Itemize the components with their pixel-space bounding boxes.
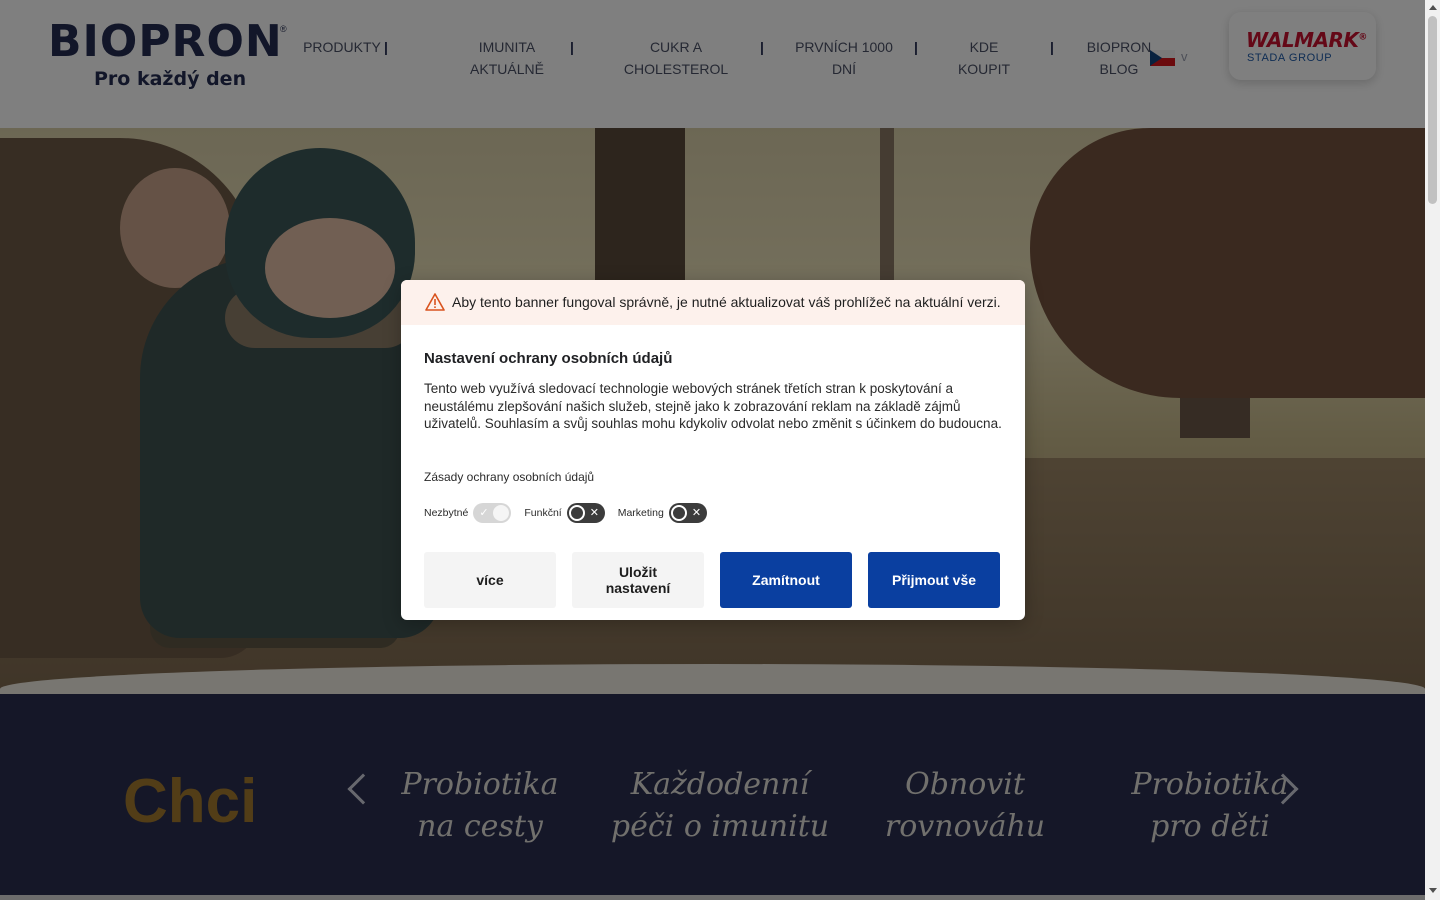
toggle-label-marketing: Marketing: [617, 507, 664, 519]
save-settings-button[interactable]: Uložit nastavení: [572, 552, 704, 608]
cookie-consent-dialog: Aby tento banner fungoval správně, je nu…: [401, 280, 1025, 620]
toggle-necessary: ✓: [473, 503, 512, 523]
reject-button[interactable]: Zamítnout: [720, 552, 852, 608]
close-icon: ✕: [691, 506, 702, 519]
warning-triangle-icon: [425, 293, 445, 311]
dialog-description: Tento web využívá sledovací technologie …: [424, 381, 1002, 431]
more-button[interactable]: více: [424, 552, 556, 608]
browser-warning-text: Aby tento banner fungoval správně, je nu…: [452, 294, 1001, 310]
save-settings-label: Uložit nastavení: [605, 564, 671, 596]
scroll-up-arrow-icon[interactable]: [1429, 5, 1437, 10]
toggle-label-functional: Funkční: [524, 507, 562, 519]
check-icon: ✓: [479, 506, 489, 519]
browser-warning-bar: Aby tento banner fungoval správně, je nu…: [401, 280, 1025, 325]
close-icon: ✕: [589, 506, 599, 519]
toggle-functional[interactable]: ✕: [566, 503, 605, 523]
scroll-down-arrow-icon[interactable]: [1429, 888, 1437, 893]
scrollbar-thumb[interactable]: [1428, 16, 1437, 204]
consent-toggles: Nezbytné ✓ Funkční ✕ Marketing ✕: [424, 502, 720, 524]
toggle-label-necessary: Nezbytné: [424, 507, 469, 519]
toggle-marketing[interactable]: ✕: [668, 503, 707, 523]
page-scrollbar[interactable]: [1425, 0, 1440, 900]
accept-all-button[interactable]: Přijmout vše: [868, 552, 1000, 608]
privacy-policy-link[interactable]: Zásady ochrany osobních údajů: [424, 470, 594, 484]
dialog-title: Nastavení ochrany osobních údajů: [424, 350, 673, 367]
